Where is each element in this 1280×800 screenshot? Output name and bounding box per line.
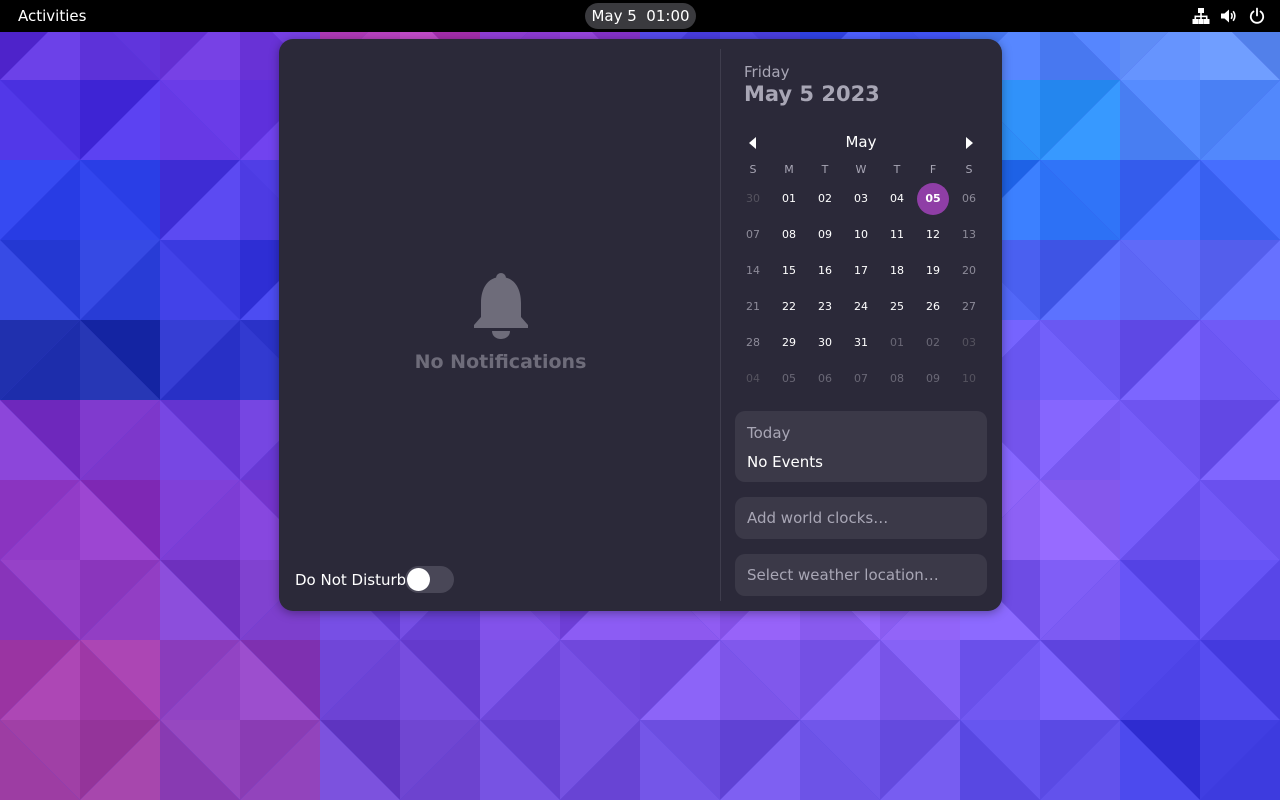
calendar-day[interactable]: 16	[809, 255, 841, 287]
calendar-day[interactable]: 13	[953, 219, 985, 251]
calendar-day[interactable]: 17	[845, 255, 877, 287]
arrow-right-icon	[966, 137, 973, 149]
weekday-header: S	[965, 163, 973, 176]
calendar-day[interactable]: 10	[845, 219, 877, 251]
system-tray[interactable]	[1192, 6, 1266, 26]
calendar-pane: Friday May 5 2023 May SMTWTFS 30 01 02 03 04…	[735, 39, 987, 611]
calendar-day[interactable]: 07	[737, 219, 769, 251]
calendar-day[interactable]: 02	[809, 183, 841, 215]
date-time-button[interactable]: May 5 01:00	[585, 3, 696, 29]
activities-button[interactable]: Activities	[8, 3, 96, 29]
calendar-day[interactable]: 25	[881, 291, 913, 323]
world-clocks-button[interactable]: Add world clocks…	[735, 497, 987, 539]
calendar-day[interactable]: 01	[881, 327, 913, 359]
calendar-day[interactable]: 12	[917, 219, 949, 251]
calendar-day[interactable]: 07	[845, 363, 877, 395]
calendar-day[interactable]: 11	[881, 219, 913, 251]
events-text: No Events	[747, 453, 823, 471]
calendar-day[interactable]: 06	[953, 183, 985, 215]
calendar-day[interactable]: 18	[881, 255, 913, 287]
calendar-day[interactable]: 04	[881, 183, 913, 215]
calendar-day[interactable]: 28	[737, 327, 769, 359]
notification-pane: No Notifications Do Not Disturb	[279, 39, 720, 611]
month-label: May	[845, 133, 877, 151]
calendar-day[interactable]: 26	[917, 291, 949, 323]
network-icon[interactable]	[1192, 6, 1210, 26]
weekday-header: M	[784, 163, 794, 176]
calendar-day[interactable]: 06	[809, 363, 841, 395]
weekday-header: T	[893, 163, 901, 176]
calendar-day-today[interactable]: 05	[917, 183, 949, 215]
weather-location-button[interactable]: Select weather location…	[735, 554, 987, 596]
calendar-day[interactable]: 30	[809, 327, 841, 359]
weekday-header: W	[855, 163, 867, 176]
calendar-day[interactable]: 08	[881, 363, 913, 395]
calendar-day[interactable]: 30	[737, 183, 769, 215]
weekday-header: T	[821, 163, 829, 176]
events-card[interactable]: Today No Events	[735, 411, 987, 482]
calendar-day[interactable]: 09	[917, 363, 949, 395]
calendar-day[interactable]: 01	[773, 183, 805, 215]
calendar-day[interactable]: 02	[917, 327, 949, 359]
calendar-day[interactable]: 09	[809, 219, 841, 251]
calendar-day[interactable]: 22	[773, 291, 805, 323]
calendar-day[interactable]: 03	[845, 183, 877, 215]
date-menu-popover: No Notifications Do Not Disturb Friday M…	[279, 39, 1002, 611]
calendar-day[interactable]: 15	[773, 255, 805, 287]
calendar-day[interactable]: 23	[809, 291, 841, 323]
next-month-button[interactable]	[951, 132, 987, 154]
calendar-day[interactable]: 21	[737, 291, 769, 323]
weather-location-label: Select weather location…	[747, 566, 939, 584]
bell-icon	[473, 273, 529, 341]
pane-divider	[720, 49, 721, 601]
weekday-title[interactable]: Friday	[744, 63, 789, 81]
date-title[interactable]: May 5 2023	[744, 82, 880, 106]
previous-month-button[interactable]	[735, 132, 771, 154]
calendar-day[interactable]: 08	[773, 219, 805, 251]
calendar-day[interactable]: 27	[953, 291, 985, 323]
calendar-day[interactable]: 20	[953, 255, 985, 287]
calendar-day[interactable]: 04	[737, 363, 769, 395]
no-notifications-label: No Notifications	[414, 351, 587, 373]
weekday-header: F	[929, 163, 937, 176]
world-clocks-label: Add world clocks…	[747, 509, 889, 527]
calendar-day[interactable]: 24	[845, 291, 877, 323]
arrow-left-icon	[749, 137, 756, 149]
calendar-day[interactable]: 31	[845, 327, 877, 359]
toggle-knob	[407, 568, 430, 591]
volume-icon[interactable]	[1220, 6, 1238, 26]
calendar-day[interactable]: 05	[773, 363, 805, 395]
month-header: May	[735, 132, 987, 154]
calendar-day[interactable]: 14	[737, 255, 769, 287]
calendar-day[interactable]: 19	[917, 255, 949, 287]
top-bar: Activities May 5 01:00	[0, 0, 1280, 32]
calendar-day[interactable]: 29	[773, 327, 805, 359]
calendar-day[interactable]: 03	[953, 327, 985, 359]
weekday-header: S	[749, 163, 757, 176]
do-not-disturb-label: Do Not Disturb	[295, 571, 407, 589]
power-icon[interactable]	[1248, 6, 1266, 26]
calendar-day[interactable]: 10	[953, 363, 985, 395]
do-not-disturb-toggle[interactable]	[405, 566, 454, 593]
events-header: Today	[747, 424, 791, 442]
